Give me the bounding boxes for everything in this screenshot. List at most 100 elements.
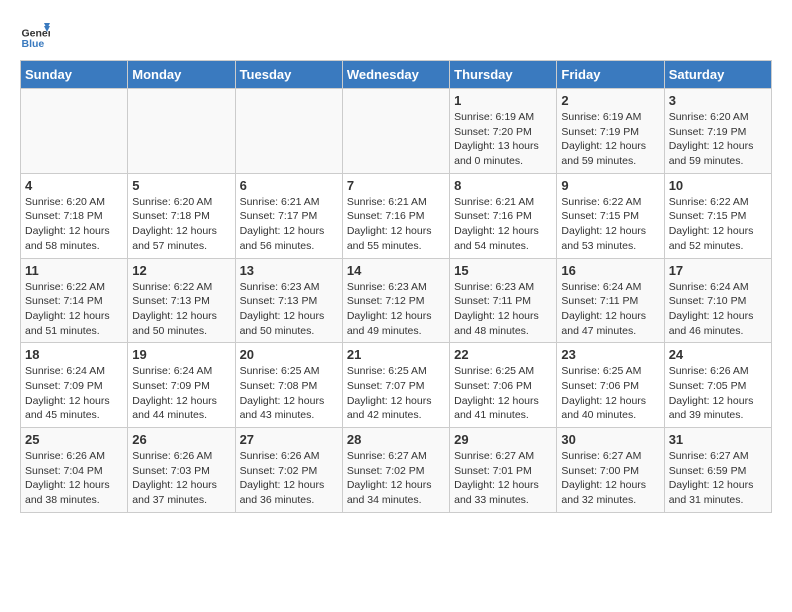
calendar-cell: 14 Sunrise: 6:23 AMSunset: 7:12 PMDayligh… [342, 258, 449, 343]
day-info: Sunrise: 6:26 AMSunset: 7:05 PMDaylight:… [669, 364, 767, 423]
day-number: 21 [347, 347, 445, 362]
day-info: Sunrise: 6:24 AMSunset: 7:09 PMDaylight:… [25, 364, 123, 423]
day-info: Sunrise: 6:21 AMSunset: 7:16 PMDaylight:… [454, 195, 552, 254]
calendar-cell: 11 Sunrise: 6:22 AMSunset: 7:14 PMDayligh… [21, 258, 128, 343]
weekday-header-saturday: Saturday [664, 61, 771, 89]
calendar-cell: 10 Sunrise: 6:22 AMSunset: 7:15 PMDayligh… [664, 173, 771, 258]
calendar-cell: 4Sunrise: 6:20 AMSunset: 7:18 PMDaylight… [21, 173, 128, 258]
calendar-cell: 2 Sunrise: 6:19 AMSunset: 7:19 PMDaylight… [557, 89, 664, 174]
day-number: 5 [132, 178, 230, 193]
day-info: Sunrise: 6:20 AMSunset: 7:19 PMDaylight:… [669, 110, 767, 169]
day-number: 17 [669, 263, 767, 278]
day-number: 3 [669, 93, 767, 108]
day-number: 23 [561, 347, 659, 362]
day-number: 30 [561, 432, 659, 447]
calendar-cell [21, 89, 128, 174]
day-info: Sunrise: 6:25 AMSunset: 7:06 PMDaylight:… [561, 364, 659, 423]
calendar-cell: 28 Sunrise: 6:27 AMSunset: 7:02 PMDayligh… [342, 428, 449, 513]
day-info: Sunrise: 6:19 AMSunset: 7:19 PMDaylight:… [561, 110, 659, 169]
day-number: 16 [561, 263, 659, 278]
day-info: Sunrise: 6:26 AMSunset: 7:02 PMDaylight:… [240, 449, 338, 508]
day-info: Sunrise: 6:23 AMSunset: 7:13 PMDaylight:… [240, 280, 338, 339]
day-info: Sunrise: 6:27 AMSunset: 7:02 PMDaylight:… [347, 449, 445, 508]
day-number: 18 [25, 347, 123, 362]
calendar-cell: 6Sunrise: 6:21 AMSunset: 7:17 PMDaylight… [235, 173, 342, 258]
day-info: Sunrise: 6:23 AMSunset: 7:12 PMDaylight:… [347, 280, 445, 339]
day-number: 26 [132, 432, 230, 447]
calendar-cell: 23 Sunrise: 6:25 AMSunset: 7:06 PMDayligh… [557, 343, 664, 428]
day-number: 13 [240, 263, 338, 278]
day-number: 12 [132, 263, 230, 278]
day-info: Sunrise: 6:24 AMSunset: 7:11 PMDaylight:… [561, 280, 659, 339]
day-info: Sunrise: 6:25 AMSunset: 7:06 PMDaylight:… [454, 364, 552, 423]
day-number: 8 [454, 178, 552, 193]
day-info: Sunrise: 6:26 AMSunset: 7:03 PMDaylight:… [132, 449, 230, 508]
calendar-cell: 16 Sunrise: 6:24 AMSunset: 7:11 PMDayligh… [557, 258, 664, 343]
logo: General Blue [20, 20, 54, 50]
day-number: 9 [561, 178, 659, 193]
day-number: 11 [25, 263, 123, 278]
logo-icon: General Blue [20, 20, 50, 50]
calendar-cell: 31 Sunrise: 6:27 AMSunset: 6:59 PMDayligh… [664, 428, 771, 513]
day-number: 25 [25, 432, 123, 447]
day-info: Sunrise: 6:22 AMSunset: 7:15 PMDaylight:… [561, 195, 659, 254]
calendar-cell: 19Sunrise: 6:24 AMSunset: 7:09 PMDayligh… [128, 343, 235, 428]
day-info: Sunrise: 6:27 AMSunset: 7:00 PMDaylight:… [561, 449, 659, 508]
day-number: 27 [240, 432, 338, 447]
weekday-header-friday: Friday [557, 61, 664, 89]
day-info: Sunrise: 6:20 AMSunset: 7:18 PMDaylight:… [132, 195, 230, 254]
calendar-cell: 24 Sunrise: 6:26 AMSunset: 7:05 PMDayligh… [664, 343, 771, 428]
calendar-cell: 17Sunrise: 6:24 AMSunset: 7:10 PMDayligh… [664, 258, 771, 343]
weekday-header-monday: Monday [128, 61, 235, 89]
day-info: Sunrise: 6:19 AMSunset: 7:20 PMDaylight:… [454, 110, 552, 169]
day-number: 14 [347, 263, 445, 278]
day-number: 31 [669, 432, 767, 447]
calendar-header: SundayMondayTuesdayWednesdayThursdayFrid… [21, 61, 772, 89]
day-number: 15 [454, 263, 552, 278]
day-info: Sunrise: 6:27 AMSunset: 6:59 PMDaylight:… [669, 449, 767, 508]
calendar-cell [342, 89, 449, 174]
day-info: Sunrise: 6:22 AMSunset: 7:15 PMDaylight:… [669, 195, 767, 254]
day-number: 22 [454, 347, 552, 362]
day-number: 6 [240, 178, 338, 193]
day-info: Sunrise: 6:25 AMSunset: 7:07 PMDaylight:… [347, 364, 445, 423]
day-info: Sunrise: 6:26 AMSunset: 7:04 PMDaylight:… [25, 449, 123, 508]
weekday-header-wednesday: Wednesday [342, 61, 449, 89]
page-header: General Blue [20, 20, 772, 50]
day-info: Sunrise: 6:22 AMSunset: 7:14 PMDaylight:… [25, 280, 123, 339]
day-info: Sunrise: 6:27 AMSunset: 7:01 PMDaylight:… [454, 449, 552, 508]
calendar-cell: 5 Sunrise: 6:20 AMSunset: 7:18 PMDaylight… [128, 173, 235, 258]
day-info: Sunrise: 6:20 AMSunset: 7:18 PMDaylight:… [25, 195, 123, 254]
calendar-cell: 7 Sunrise: 6:21 AMSunset: 7:16 PMDaylight… [342, 173, 449, 258]
day-number: 29 [454, 432, 552, 447]
day-info: Sunrise: 6:25 AMSunset: 7:08 PMDaylight:… [240, 364, 338, 423]
calendar-table: SundayMondayTuesdayWednesdayThursdayFrid… [20, 60, 772, 513]
day-number: 10 [669, 178, 767, 193]
calendar-cell: 27 Sunrise: 6:26 AMSunset: 7:02 PMDayligh… [235, 428, 342, 513]
day-info: Sunrise: 6:24 AMSunset: 7:09 PMDaylight:… [132, 364, 230, 423]
day-info: Sunrise: 6:22 AMSunset: 7:13 PMDaylight:… [132, 280, 230, 339]
day-info: Sunrise: 6:21 AMSunset: 7:16 PMDaylight:… [347, 195, 445, 254]
day-number: 7 [347, 178, 445, 193]
calendar-cell: 30 Sunrise: 6:27 AMSunset: 7:00 PMDayligh… [557, 428, 664, 513]
day-number: 20 [240, 347, 338, 362]
calendar-cell: 25 Sunrise: 6:26 AMSunset: 7:04 PMDayligh… [21, 428, 128, 513]
svg-text:Blue: Blue [22, 38, 45, 50]
day-number: 2 [561, 93, 659, 108]
calendar-cell: 3 Sunrise: 6:20 AMSunset: 7:19 PMDaylight… [664, 89, 771, 174]
calendar-cell: 20 Sunrise: 6:25 AMSunset: 7:08 PMDayligh… [235, 343, 342, 428]
weekday-header-tuesday: Tuesday [235, 61, 342, 89]
day-number: 28 [347, 432, 445, 447]
calendar-cell: 29 Sunrise: 6:27 AMSunset: 7:01 PMDayligh… [450, 428, 557, 513]
calendar-cell: 18 Sunrise: 6:24 AMSunset: 7:09 PMDayligh… [21, 343, 128, 428]
calendar-cell: 13 Sunrise: 6:23 AMSunset: 7:13 PMDayligh… [235, 258, 342, 343]
calendar-cell: 22 Sunrise: 6:25 AMSunset: 7:06 PMDayligh… [450, 343, 557, 428]
calendar-cell: 8 Sunrise: 6:21 AMSunset: 7:16 PMDaylight… [450, 173, 557, 258]
day-number: 1 [454, 93, 552, 108]
calendar-cell: 1 Sunrise: 6:19 AMSunset: 7:20 PMDaylight… [450, 89, 557, 174]
calendar-cell [128, 89, 235, 174]
day-number: 24 [669, 347, 767, 362]
calendar-cell: 12 Sunrise: 6:22 AMSunset: 7:13 PMDayligh… [128, 258, 235, 343]
calendar-cell [235, 89, 342, 174]
calendar-cell: 9 Sunrise: 6:22 AMSunset: 7:15 PMDaylight… [557, 173, 664, 258]
